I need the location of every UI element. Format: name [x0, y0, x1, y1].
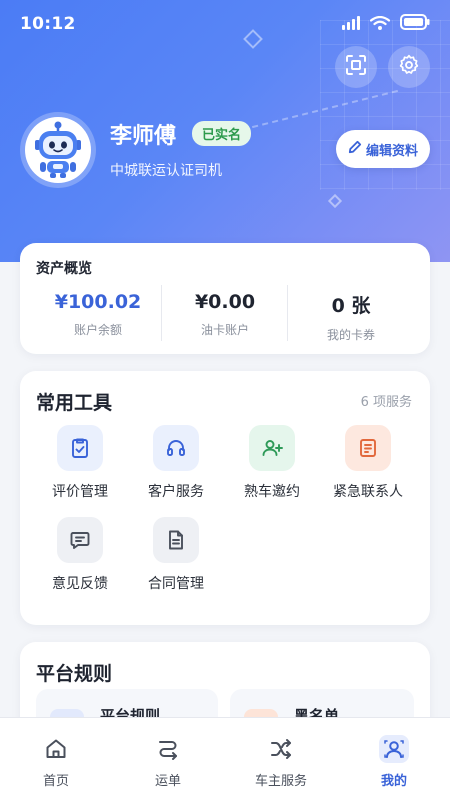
tab-waybill[interactable]: 运单 [112, 736, 224, 789]
battery-icon [400, 14, 430, 34]
asset-title: 资产概览 [36, 261, 92, 277]
avatar[interactable] [25, 117, 91, 183]
scan-button[interactable] [335, 46, 377, 88]
bottom-tab-bar: 首页 运单 车主服务 我的 [0, 717, 450, 800]
asset-overview-card: 资产概览 ¥100.02 账户余额 ¥0.00 油卡账户 0 张 我的卡券 [20, 243, 430, 354]
tool-label: 紧急联系人 [333, 484, 403, 500]
tab-home[interactable]: 首页 [0, 736, 112, 789]
asset-fuel-label: 油卡账户 [200, 323, 249, 337]
tool-label: 评价管理 [52, 484, 108, 500]
wifi-icon [369, 15, 391, 34]
asset-coupons[interactable]: 0 张 我的卡券 [288, 291, 414, 343]
message-icon [57, 517, 103, 563]
edit-profile-label: 编辑资料 [365, 143, 418, 159]
tab-label: 首页 [42, 774, 69, 789]
tool-customer-service[interactable]: 客户服务 [128, 425, 224, 501]
asset-balance[interactable]: ¥100.02 账户余额 [35, 291, 161, 338]
rules-title: 平台规则 [36, 663, 113, 685]
robot-avatar-icon [35, 121, 81, 178]
pencil-icon [348, 140, 362, 158]
header-diamond-decoration [327, 193, 343, 209]
home-icon [0, 736, 112, 762]
tools-card: 常用工具 6 项服务 评价管理 客户服务 熟车邀约 紧急联系人 意见反馈 合同管… [20, 371, 430, 625]
tool-driver-invite[interactable]: 熟车邀约 [224, 425, 320, 501]
verified-badge: 已实名 [192, 121, 252, 146]
document-icon [153, 517, 199, 563]
status-time: 10:12 [20, 14, 76, 34]
shuffle-icon [225, 736, 337, 762]
asset-fuel-value: ¥0.00 [194, 291, 256, 313]
tools-title: 常用工具 [36, 392, 113, 414]
tool-label: 合同管理 [148, 576, 204, 592]
tool-emergency-contact[interactable]: 紧急联系人 [320, 425, 416, 501]
status-icons [342, 14, 430, 34]
avatar-ring [20, 112, 96, 188]
scan-icon [345, 54, 367, 80]
settings-button[interactable] [388, 46, 430, 88]
status-bar: 10:12 [0, 0, 450, 50]
user-plus-icon [249, 425, 295, 471]
asset-balance-value: ¥100.02 [54, 291, 142, 313]
tool-label: 客户服务 [148, 484, 204, 500]
route-icon [112, 736, 224, 762]
asset-coupons-value: 0 张 [331, 295, 371, 317]
tab-owner-services[interactable]: 车主服务 [225, 736, 337, 789]
contact-card-icon [345, 425, 391, 471]
signal-icon [342, 15, 360, 34]
tool-contract-management[interactable]: 合同管理 [128, 517, 224, 593]
tool-label: 意见反馈 [52, 576, 108, 592]
tool-review-management[interactable]: 评价管理 [32, 425, 128, 501]
user-name: 李师傅 [110, 124, 177, 149]
tool-label: 熟车邀约 [244, 484, 300, 500]
asset-fuel-card[interactable]: ¥0.00 油卡账户 [162, 291, 288, 338]
user-subtitle: 中城联运认证司机 [110, 163, 222, 179]
tab-label: 我的 [380, 774, 407, 789]
gear-icon [398, 54, 420, 80]
asset-coupons-label: 我的卡券 [326, 328, 375, 342]
tab-active-indicator [338, 735, 450, 763]
edit-profile-button[interactable]: 编辑资料 [336, 130, 430, 168]
profile-header: 10:12 李师傅 已实名 中城联运认证司机 编辑资料 [0, 0, 450, 262]
asset-balance-label: 账户余额 [73, 323, 122, 337]
user-icon [379, 735, 409, 763]
tool-feedback[interactable]: 意见反馈 [32, 517, 128, 593]
headset-icon [153, 425, 199, 471]
tab-label: 运单 [154, 774, 181, 789]
tab-label: 车主服务 [254, 774, 307, 789]
tab-mine[interactable]: 我的 [338, 735, 450, 789]
tools-count: 6 项服务 [360, 395, 412, 410]
clipboard-check-icon [57, 425, 103, 471]
